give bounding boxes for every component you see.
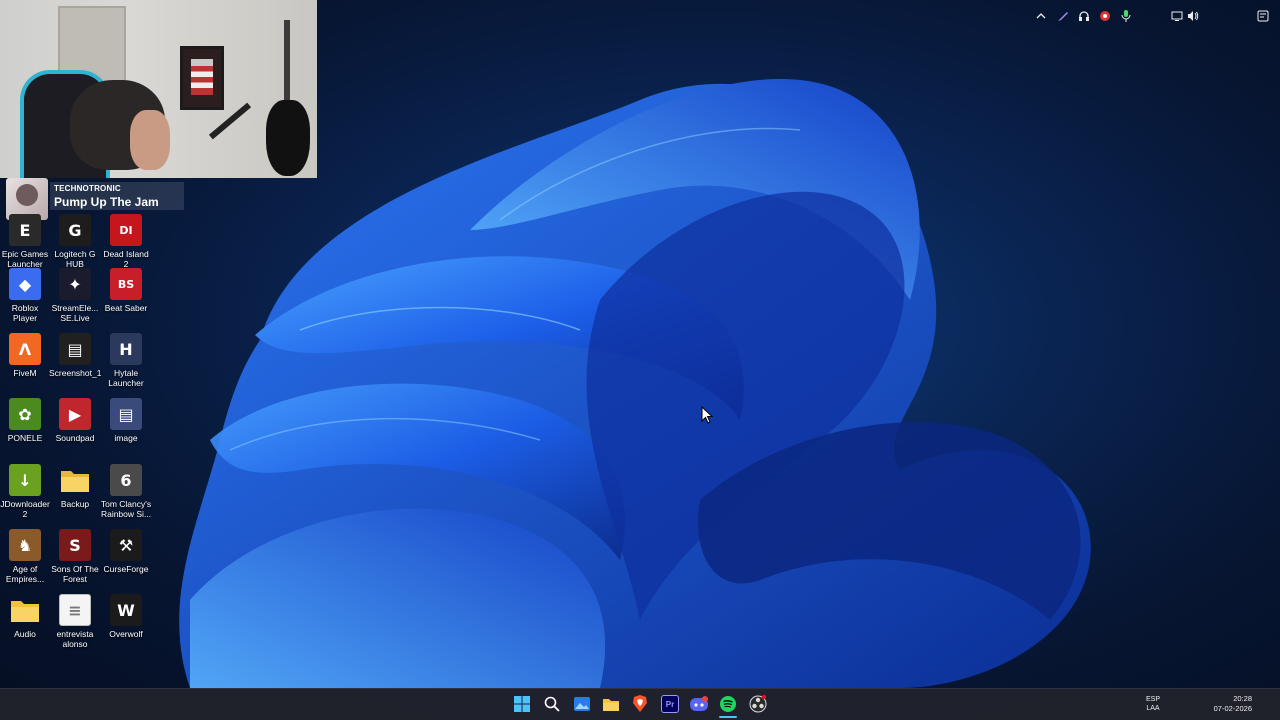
desktop-icon-label: PONELE: [7, 433, 43, 443]
volume-icon[interactable]: [1186, 0, 1200, 32]
desktop-icon[interactable]: ⚒ CurseForge: [100, 529, 152, 574]
desktop-icon-label: Backup: [60, 499, 90, 509]
file-explorer-icon[interactable]: [599, 692, 623, 716]
image-file-icon: ▤: [110, 398, 142, 430]
spotify-active-indicator: [719, 716, 737, 718]
desktop-icon-label: Audio: [14, 629, 36, 639]
desktop-icon[interactable]: 6 Tom Clancy's Rainbow Si...: [100, 464, 152, 519]
text-file-icon: ≡: [59, 594, 91, 626]
webcam-background-poster: [180, 46, 224, 110]
desktop-icon-label: Age of Empires...: [5, 564, 45, 584]
spotify-icon[interactable]: [716, 692, 740, 716]
language-code: ESP: [1145, 696, 1160, 703]
network-icon[interactable]: [1170, 0, 1184, 32]
pen-tray-icon[interactable]: [1055, 0, 1071, 32]
taskbar-clock[interactable]: 20:28 07-02-2026: [1204, 694, 1252, 714]
desktop-icon-label: image: [114, 433, 138, 443]
beat-saber-icon: BS: [110, 268, 142, 300]
desktop-icon-label: Tom Clancy's Rainbow Si...: [100, 499, 152, 519]
microphone-icon[interactable]: [1118, 0, 1134, 32]
rainbow-six-icon: 6: [110, 464, 142, 496]
curseforge-icon: ⚒: [110, 529, 142, 561]
desktop-icon-label: entrevista alonso: [56, 629, 94, 649]
image-file-icon: ▤: [59, 333, 91, 365]
desktop-icon[interactable]: ↓ JDownloader 2: [0, 464, 51, 519]
desktop-icon-label: JDownloader 2: [0, 499, 50, 519]
sons-of-the-forest-icon: S: [59, 529, 91, 561]
overwolf-icon: W: [110, 594, 142, 626]
desktop-icon[interactable]: S Sons Of The Forest: [49, 529, 101, 584]
headset-tray-icon[interactable]: [1076, 0, 1092, 32]
windows-start-icon[interactable]: [510, 692, 534, 716]
desktop-icon-label: Logitech G HUB: [54, 249, 96, 269]
desktop-icon[interactable]: DI Dead Island 2: [100, 214, 152, 269]
obs-icon[interactable]: [746, 692, 770, 716]
search-icon[interactable]: [540, 692, 564, 716]
notification-icon[interactable]: [1256, 0, 1270, 32]
webcam-overlay: [0, 0, 317, 178]
desktop-icon-label: Dead Island 2: [103, 249, 149, 269]
desktop-icon[interactable]: W Overwolf: [100, 594, 152, 639]
premiere-pro-icon[interactable]: Pr: [658, 692, 682, 716]
folder-icon: [9, 594, 41, 626]
desktop-icon-label: Screenshot_1: [49, 368, 102, 378]
desktop-icon[interactable]: Audio: [0, 594, 51, 639]
desktop-icon[interactable]: H Hytale Launcher: [100, 333, 152, 388]
desktop-icon[interactable]: ▤ image: [100, 398, 152, 443]
keyboard-layout-code: LAA: [1146, 705, 1160, 712]
webcam-person-face: [130, 110, 170, 170]
roblox-icon: ◆: [9, 268, 41, 300]
desktop-icon[interactable]: Backup: [49, 464, 101, 509]
desktop-icon[interactable]: ◆ Roblox Player: [0, 268, 51, 323]
age-of-empires-icon: ♞: [9, 529, 41, 561]
dead-island-icon: DI: [110, 214, 142, 246]
mouse-cursor: [701, 406, 713, 424]
clock-time: 20:28: [1233, 694, 1252, 703]
folder-icon: [59, 464, 91, 496]
desktop-icon-label: StreamEle... SE.Live: [51, 303, 99, 323]
brave-icon[interactable]: [628, 692, 652, 716]
streamelements-icon: ✦: [59, 268, 91, 300]
logitech-icon: G: [59, 214, 91, 246]
show-hidden-icons-chevron-icon[interactable]: [1034, 0, 1048, 32]
epic-games-icon: E: [9, 214, 41, 246]
desktop-icon-label: Roblox Player: [11, 303, 39, 323]
desktop-icon-label: Epic Games Launcher: [1, 249, 49, 269]
now-playing-artist: TECHNOTRONIC: [54, 184, 121, 193]
desktop-icon-label: Soundpad: [55, 433, 95, 443]
desktop-icon-label: Overwolf: [109, 629, 143, 639]
premiere-pro-label: Pr: [661, 695, 679, 713]
desktop-icon[interactable]: BS Beat Saber: [100, 268, 152, 313]
desktop-icon[interactable]: ▤ Screenshot_1: [49, 333, 101, 378]
webcam-guitar: [262, 20, 312, 176]
language-indicator[interactable]: ESP LAA: [1143, 695, 1163, 713]
desktop-icon[interactable]: ♞ Age of Empires...: [0, 529, 51, 584]
discord-icon[interactable]: [687, 692, 711, 716]
hytale-icon: H: [110, 333, 142, 365]
desktop-icon[interactable]: G Logitech G HUB: [49, 214, 101, 269]
now-playing-track: Pump Up The Jam: [54, 195, 159, 209]
app-tray-icon[interactable]: [1097, 0, 1113, 32]
desktop-icon-label: Sons Of The Forest: [51, 564, 99, 584]
clock-date: 07-02-2026: [1213, 704, 1252, 713]
desktop-icon[interactable]: Λ FiveM: [0, 333, 51, 378]
desktop-icon-label: Beat Saber: [104, 303, 148, 313]
desktop-icon-label: Hytale Launcher: [108, 368, 144, 388]
desktop-icon[interactable]: ≡ entrevista alonso: [49, 594, 101, 649]
desktop-icon-label: FiveM: [13, 368, 37, 378]
desktop-icon[interactable]: ▶ Soundpad: [49, 398, 101, 443]
fl-studio-icon: ✿: [9, 398, 41, 430]
desktop-icon[interactable]: ✦ StreamEle... SE.Live: [49, 268, 101, 323]
desktop-icon-label: CurseForge: [103, 564, 149, 574]
soundpad-icon: ▶: [59, 398, 91, 430]
jdownloader-icon: ↓: [9, 464, 41, 496]
desktop-icon[interactable]: E Epic Games Launcher: [0, 214, 51, 269]
desktop-icon[interactable]: ✿ PONELE: [0, 398, 51, 443]
fivem-icon: Λ: [9, 333, 41, 365]
photos-icon[interactable]: [570, 692, 594, 716]
